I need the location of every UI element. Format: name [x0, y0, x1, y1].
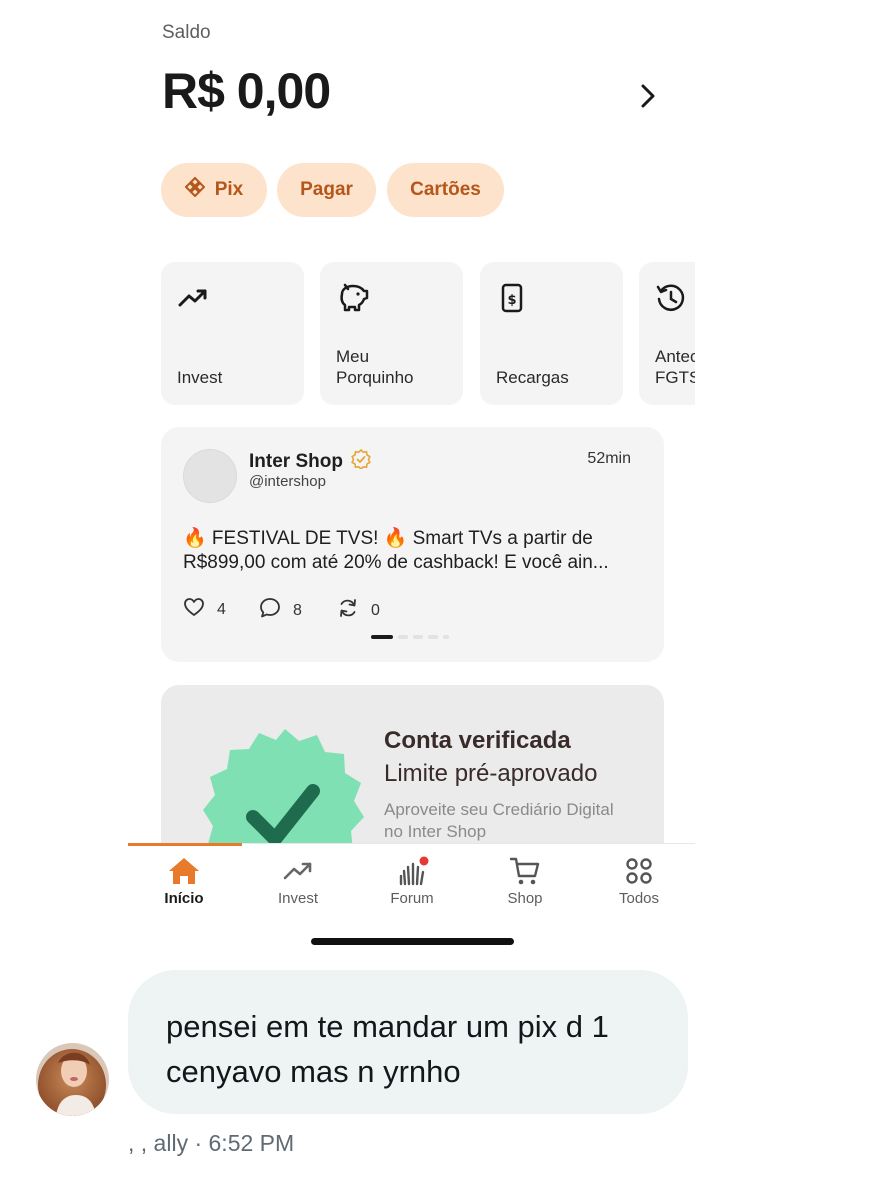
piggy-bank-icon [336, 282, 369, 314]
nav-label: Shop [507, 890, 543, 907]
svg-text:$: $ [507, 293, 516, 308]
promo-subtitle: Limite pré-aprovado [384, 760, 598, 787]
avatar[interactable] [183, 449, 237, 503]
nav-label: Forum [390, 890, 434, 907]
pager-dot [398, 635, 408, 639]
post-author[interactable]: Inter Shop [249, 448, 371, 475]
shortcut-label: Recargas [496, 368, 569, 387]
cartoes-label: Cartões [410, 179, 481, 200]
forum-icon [395, 856, 429, 886]
post-text[interactable]: 🔥 FESTIVAL DE TVS! 🔥 Smart TVs a partir … [183, 527, 648, 575]
like-count: 4 [217, 600, 226, 618]
comment-icon [259, 597, 281, 624]
pix-button[interactable]: Pix [161, 163, 267, 217]
home-icon [167, 856, 201, 886]
pager-dot [413, 635, 423, 639]
active-tab-indicator [128, 843, 242, 846]
post-author-name: Inter Shop [249, 451, 343, 472]
pager-dot [428, 635, 438, 639]
phone-recharge-icon: $ [496, 282, 528, 314]
pix-label: Pix [214, 179, 244, 200]
nav-label: Todos [618, 890, 660, 907]
pagar-label: Pagar [300, 179, 353, 200]
pager-dot [371, 635, 393, 639]
repost-icon [337, 597, 359, 624]
nav-invest[interactable]: Invest [242, 856, 354, 907]
balance-value: R$ 0,00 [162, 63, 331, 119]
avatar[interactable] [36, 1043, 109, 1116]
promo-description: Aproveite seu Crediário Digital no Inter… [384, 800, 614, 841]
promo-banner[interactable]: Conta verificada Limite pré-aprovado Apr… [161, 685, 664, 845]
heart-icon [183, 597, 205, 622]
home-indicator[interactable] [311, 938, 514, 945]
nav-shop[interactable]: Shop [469, 856, 581, 907]
grid-icon [622, 856, 656, 886]
social-post-card[interactable]: Inter Shop @intershop 52min 🔥 FESTIVAL D… [161, 427, 664, 662]
chat-message-bubble[interactable]: pensei em te mandar um pix d 1 cenyavo m… [128, 970, 688, 1114]
verified-badge-icon [351, 448, 371, 475]
pix-icon [184, 176, 206, 203]
comment-button[interactable]: 8 [259, 597, 302, 624]
repost-count: 0 [371, 601, 380, 619]
shortcut-recargas[interactable]: $ Recargas [480, 262, 623, 405]
nav-label: Invest [277, 890, 319, 907]
cart-icon [508, 856, 542, 886]
nav-label: Início [164, 890, 204, 907]
pagar-button[interactable]: Pagar [277, 163, 376, 217]
balance-label: Saldo [162, 22, 211, 43]
post-handle: @intershop [249, 473, 326, 490]
repost-button[interactable]: 0 [337, 597, 380, 624]
nav-inicio[interactable]: Início [128, 856, 240, 907]
bottom-navigation: Início Invest Forum Shop Todos [128, 843, 695, 913]
shortcut-fgts[interactable]: Antecipação FGTS [639, 262, 695, 405]
chevron-right-icon[interactable] [636, 82, 660, 110]
shortcut-carousel[interactable]: Invest Meu Porquinho $ Recargas Antecipa… [161, 262, 695, 406]
pager-dot [443, 635, 449, 639]
comment-count: 8 [293, 601, 302, 619]
history-clock-icon [655, 282, 687, 314]
trending-up-icon [281, 856, 315, 886]
verified-seal-icon [201, 725, 369, 845]
carousel-pager [371, 635, 449, 639]
nav-todos[interactable]: Todos [583, 856, 695, 907]
like-button[interactable]: 4 [183, 597, 226, 622]
chat-message-text: pensei em te mandar um pix d 1 cenyavo m… [166, 1009, 609, 1089]
nav-forum[interactable]: Forum [356, 856, 468, 907]
shortcut-label: Antecipação FGTS [655, 347, 695, 387]
shortcut-label: Meu Porquinho [336, 347, 414, 387]
shortcut-invest[interactable]: Invest [161, 262, 304, 405]
promo-title: Conta verificada [384, 727, 571, 754]
post-timestamp: 52min [587, 450, 631, 467]
shortcut-porquinho[interactable]: Meu Porquinho [320, 262, 463, 405]
cartoes-button[interactable]: Cartões [387, 163, 504, 217]
shortcut-label: Invest [177, 368, 223, 387]
message-meta: , , ally · 6:52 PM [128, 1130, 295, 1156]
trending-up-icon [177, 282, 209, 314]
